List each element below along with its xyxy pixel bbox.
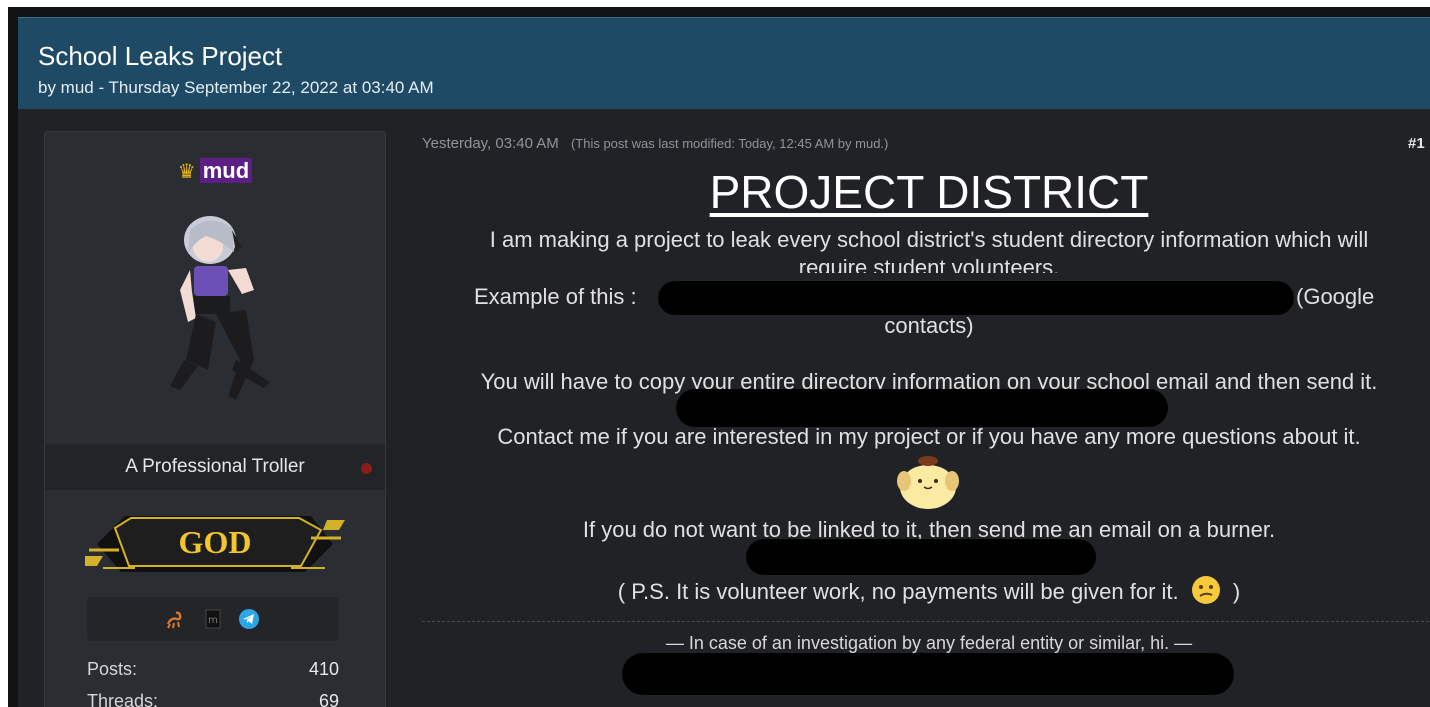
telegram-icon[interactable] xyxy=(239,609,259,629)
signature: — In case of an investigation by any fed… xyxy=(665,633,1193,653)
example-suffix: (Google xyxy=(1296,284,1375,309)
user-card: ♛ mud A Professional Troller GOD m Posts… xyxy=(44,131,386,707)
post-date[interactable]: Yesterday, 03:40 AM xyxy=(422,135,559,152)
thread-meta: by mud - Thursday September 22, 2022 at … xyxy=(38,78,434,97)
thread-title: School Leaks Project xyxy=(38,41,283,71)
post-heading: PROJECT DISTRICT xyxy=(709,166,1149,218)
user-title: A Professional Troller xyxy=(125,456,305,477)
post-meta: Yesterday, 03:40 AM (This post was last … xyxy=(422,135,888,152)
post-number[interactable]: #1 xyxy=(1408,135,1425,152)
rank-text: GOD xyxy=(179,524,252,560)
crown-icon: ♛ xyxy=(177,161,196,183)
example-suffix-2: contacts) xyxy=(884,313,974,338)
pompompurin-sticker xyxy=(897,456,959,509)
signature-divider xyxy=(422,621,1430,622)
avatar[interactable] xyxy=(150,210,286,410)
m-icon[interactable]: m xyxy=(203,609,223,629)
confused-emoji-icon xyxy=(1191,576,1220,604)
redaction-bar xyxy=(622,653,1234,695)
post-line-1b: require student volunteers. xyxy=(798,255,1060,273)
browser-frame: School Leaks Project by mud - Thursday S… xyxy=(8,7,1430,707)
post-line-1: I am making a project to leak every scho… xyxy=(489,227,1369,252)
username[interactable]: ♛ mud xyxy=(45,158,385,184)
rank-badge: GOD xyxy=(85,516,345,572)
post-line-3: Contact me if you are interested in my p… xyxy=(497,424,1361,449)
usertitle-bar: A Professional Troller xyxy=(45,444,385,490)
thread-header: School Leaks Project by mud - Thursday S… xyxy=(18,17,1430,109)
social-links: m xyxy=(87,597,339,641)
example-prefix: Example of this : xyxy=(474,284,637,309)
offline-status-icon xyxy=(361,463,372,474)
post: ♛ mud A Professional Troller GOD m Posts… xyxy=(18,109,1430,707)
redaction-bar xyxy=(746,539,1096,575)
stat-threads: Threads: 69 xyxy=(87,691,339,707)
svg-text:m: m xyxy=(208,615,218,626)
post-modified: (This post was last modified: Today, 12:… xyxy=(570,136,889,151)
redaction-bar xyxy=(658,281,1294,315)
stat-posts: Posts: 410 xyxy=(87,659,339,679)
redaction-bar xyxy=(676,389,1168,427)
post-line-5: ( P.S. It is volunteer work, no payments… xyxy=(422,575,1430,605)
scorpion-icon[interactable] xyxy=(165,609,185,629)
